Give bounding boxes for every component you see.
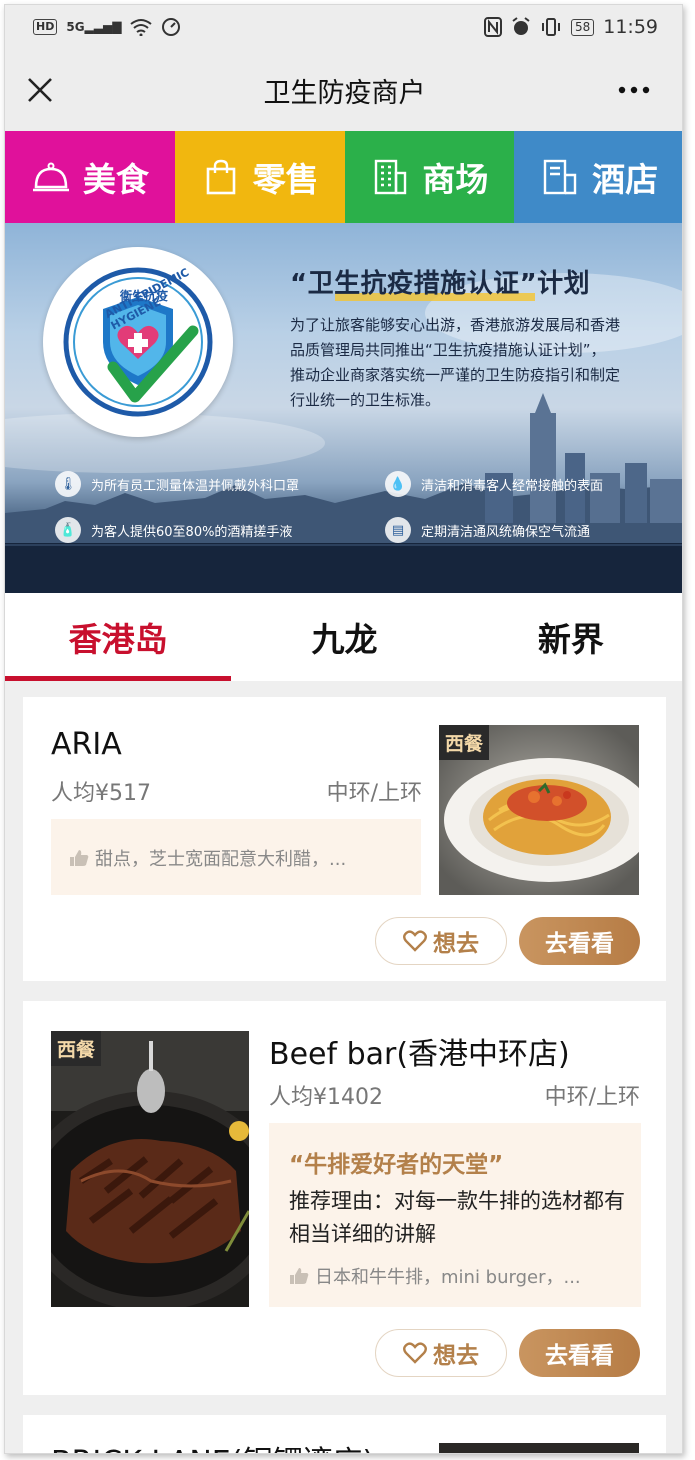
feature-item: 🌡 为所有员工测量体温并佩戴外科口罩 <box>55 471 299 497</box>
battery-icon: 58 <box>570 18 595 36</box>
heart-icon <box>403 1342 427 1364</box>
close-icon[interactable] <box>25 75 55 105</box>
feature-item: ▤ 定期清洁通风统确保空气流通 <box>385 517 590 543</box>
merchant-photo[interactable]: 西餐 <box>51 1031 249 1307</box>
tag-box: 甜点，芝士宽面配意大利醋，... <box>51 819 421 895</box>
title-bar: 卫生防疫商户 <box>5 49 682 131</box>
merchant-name: BRICK LANE(铜锣湾店) <box>51 1437 374 1453</box>
speed-icon <box>162 18 181 36</box>
cuisine-badge: 西餐 <box>439 725 490 760</box>
category-label: 商场 <box>422 160 489 199</box>
feature-item: 🧴 为客人提供60至80%的酒精搓手液 <box>55 517 292 543</box>
region-tabs: 香港岛 九龙 新界 <box>5 593 682 681</box>
merchant-photo[interactable] <box>439 1443 639 1453</box>
app-frame: HD 5G▂▃▅▇ 58 11:59 卫生防疫商户 美食 零售 商场 酒店 AN… <box>4 4 683 1454</box>
alarm-icon <box>512 17 530 35</box>
banner-description: 为了让旅客能够安心出游，香港旅游发展局和香港品质管理局共同推出“卫生抗疫措施认证… <box>290 316 621 409</box>
category-label: 美食 <box>82 160 149 199</box>
merchant-price: 人均¥1402 <box>269 1085 383 1110</box>
merchant-card[interactable]: BRICK LANE(铜锣湾店) <box>23 1415 666 1453</box>
recommended-dishes: 甜点，芝士宽面配意大利醋，... <box>69 845 346 871</box>
droplet-icon: 💧 <box>385 471 411 497</box>
merchant-area: 中环/上环 <box>326 781 422 806</box>
wifi-icon <box>130 19 153 36</box>
thumbs-up-icon <box>290 1268 309 1284</box>
tab-hong-kong-island[interactable]: 香港岛 <box>5 593 231 681</box>
merchant-photo[interactable]: 西餐 <box>439 725 639 895</box>
hygiene-banner[interactable]: ANTI-EPIDEMIC HYGIENE 衛生抗疫 “卫生抗疫措施认证”计划 … <box>5 223 682 593</box>
vibrate-icon <box>541 18 560 36</box>
badge-chinese-text: 衛生抗疫 <box>120 289 169 303</box>
cloche-icon <box>32 162 69 192</box>
view-details-button[interactable]: 去看看 <box>519 917 640 965</box>
view-details-button[interactable]: 去看看 <box>519 1329 640 1377</box>
category-label: 零售 <box>252 160 319 199</box>
status-bar: HD 5G▂▃▅▇ 58 11:59 <box>5 5 682 49</box>
nfc-icon <box>483 17 502 37</box>
ventilation-icon: ▤ <box>385 517 411 543</box>
more-icon[interactable] <box>614 77 654 103</box>
merchant-card[interactable]: ARIA 人均¥517 中环/上环 甜点，芝士宽面配意大利醋，... 西餐 想去… <box>23 697 666 981</box>
hygiene-badge: ANTI-EPIDEMIC HYGIENE 衛生抗疫 <box>43 247 233 437</box>
thermometer-icon: 🌡 <box>55 471 81 497</box>
merchant-name: Beef bar(香港中环店) <box>269 1037 570 1072</box>
category-mall[interactable]: 商场 <box>344 131 515 223</box>
steak-dish-image <box>51 1031 249 1307</box>
thumbs-up-icon <box>70 850 89 866</box>
want-to-go-button[interactable]: 想去 <box>375 1329 507 1377</box>
recommendation-reason: 推荐理由：对每一款牛排的选材都有相当详细的讲解 <box>289 1189 625 1246</box>
category-label: 酒店 <box>592 160 659 199</box>
want-to-go-button[interactable]: 想去 <box>375 917 507 965</box>
recommendation-quote: “牛排爱好者的天堂” <box>289 1152 504 1178</box>
sanitizer-icon: 🧴 <box>55 517 81 543</box>
merchant-card[interactable]: 西餐 Beef bar(香港中环店) 人均¥1402 中环/上环 “牛排爱好者的… <box>23 1001 666 1395</box>
shopping-bag-icon <box>206 159 235 195</box>
recommendation-box: “牛排爱好者的天堂” 推荐理由：对每一款牛排的选材都有相当详细的讲解 日本和牛牛… <box>269 1123 641 1307</box>
merchant-area: 中环/上环 <box>544 1085 640 1110</box>
tab-new-territories[interactable]: 新界 <box>458 593 682 681</box>
tab-kowloon[interactable]: 九龙 <box>231 593 457 681</box>
building-icon <box>375 159 407 195</box>
category-retail[interactable]: 零售 <box>174 131 345 223</box>
category-food[interactable]: 美食 <box>5 131 175 223</box>
banner-title: “卫生抗疫措施认证”计划 <box>290 269 591 299</box>
hd-icon: HD <box>33 19 58 35</box>
cuisine-badge: 西餐 <box>51 1031 102 1066</box>
hotel-icon <box>543 159 577 195</box>
status-time: 11:59 <box>603 16 658 38</box>
merchant-price: 人均¥517 <box>51 781 151 806</box>
page-title: 卫生防疫商户 <box>263 77 426 109</box>
feature-item: 💧 清洁和消毒客人经常接触的表面 <box>385 471 603 497</box>
category-bar: 美食 零售 商场 酒店 <box>5 131 682 223</box>
active-tab-indicator <box>5 676 231 681</box>
recommended-dishes: 日本和牛牛排，mini burger，... <box>289 1263 581 1289</box>
network-5g-icon: 5G▂▃▅▇ <box>66 20 122 34</box>
merchant-name: ARIA <box>51 727 122 762</box>
category-hotel[interactable]: 酒店 <box>514 131 682 223</box>
heart-icon <box>403 930 427 952</box>
